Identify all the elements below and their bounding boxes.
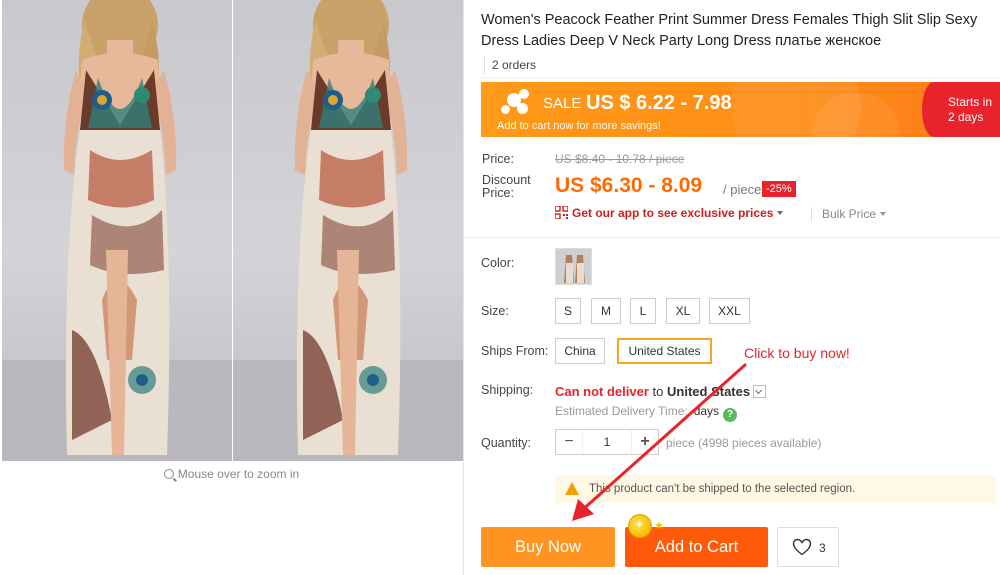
decrease-button[interactable]: − xyxy=(556,430,582,454)
sale-subtitle: Add to cart now for more savings! xyxy=(497,120,661,132)
dress-model-image xyxy=(2,0,232,461)
size-label: Size: xyxy=(481,304,509,318)
chevron-down-icon[interactable] xyxy=(753,385,767,398)
click-annotation: Click to buy now! xyxy=(744,345,850,361)
discount-price-label: Discount Price: xyxy=(482,173,531,200)
quantity-label: Quantity: xyxy=(481,436,532,450)
original-price: US $8.40 - 10.78 / piece xyxy=(555,152,685,166)
countdown-label: Starts in xyxy=(948,95,993,109)
order-count: 2 orders xyxy=(484,57,536,74)
shipping-destination[interactable]: United States xyxy=(667,384,750,399)
help-icon[interactable]: ? xyxy=(723,408,738,422)
color-option-thumbnail[interactable] xyxy=(555,248,592,285)
sparkle-icon: ★ xyxy=(654,520,664,532)
increase-button[interactable]: + xyxy=(632,430,658,454)
ships-from-united-states[interactable]: United States xyxy=(617,338,712,364)
qr-code-icon xyxy=(555,206,568,219)
warning-icon xyxy=(565,482,579,512)
magnifier-icon xyxy=(163,469,174,479)
sale-bubbles-icon xyxy=(499,87,535,117)
chevron-down-icon xyxy=(880,212,887,216)
dress-model-image xyxy=(233,0,463,461)
size-option-m[interactable]: M xyxy=(591,298,621,324)
heart-icon xyxy=(792,538,812,556)
sale-price: US $ 6.22 - 7.98 xyxy=(586,92,732,114)
wishlist-count: 3 xyxy=(819,541,826,555)
size-option-l[interactable]: L xyxy=(630,298,656,324)
ships-from-china[interactable]: China xyxy=(555,338,605,364)
warning-text: This product can't be shipped to the sel… xyxy=(589,483,856,495)
wishlist-button[interactable]: 3 xyxy=(777,527,839,567)
product-gallery: Mouse over to zoom in xyxy=(0,0,463,490)
product-info-panel: Women's Peacock Feather Print Summer Dre… xyxy=(464,0,1000,575)
quantity-stepper: − + xyxy=(555,429,659,455)
chevron-down-icon xyxy=(777,211,784,215)
divider xyxy=(481,77,1000,78)
discount-badge: -25% xyxy=(762,181,796,197)
delivery-estimate: Estimated Delivery Time: days? xyxy=(555,404,738,422)
quantity-input[interactable] xyxy=(582,430,632,454)
shipping-warning: This product can't be shipped to the sel… xyxy=(555,475,996,512)
size-option-xl[interactable]: XL xyxy=(666,298,700,324)
price-label: Price: xyxy=(482,152,514,166)
color-label: Color: xyxy=(481,256,515,270)
zoom-hint: Mouse over to zoom in xyxy=(0,467,463,481)
zoom-hint-text: Mouse over to zoom in xyxy=(177,467,300,481)
coin-icon xyxy=(628,514,652,538)
countdown-value: 2 days xyxy=(948,110,984,124)
product-title: Women's Peacock Feather Print Summer Dre… xyxy=(481,12,978,49)
quantity-availability: piece (4998 pieces available) xyxy=(666,436,822,450)
app-promo-text: Get our app to see exclusive prices xyxy=(572,206,774,220)
bulk-price-dropdown[interactable]: Bulk Price xyxy=(811,207,887,221)
shipping-label: Shipping: xyxy=(481,383,534,397)
price-box: Price: US $8.40 - 10.78 / piece Discount… xyxy=(481,140,1000,232)
buy-now-button[interactable]: Buy Now xyxy=(481,527,615,567)
size-option-s[interactable]: S xyxy=(555,298,581,324)
product-photo-main[interactable] xyxy=(2,0,232,461)
dress-thumbnail-image xyxy=(556,249,591,284)
cannot-deliver-text: Can not deliver xyxy=(555,384,649,399)
price-unit: / piece xyxy=(723,182,762,197)
ships-from-label: Ships From: xyxy=(481,344,549,358)
sale-countdown: Starts in 2 days xyxy=(922,82,1000,137)
discount-price: US $6.30 - 8.09 xyxy=(555,174,703,197)
sale-label: SALE xyxy=(543,95,582,112)
shipping-status: Can not deliver to United States xyxy=(555,384,767,399)
product-photo-secondary[interactable] xyxy=(233,0,463,461)
app-promo-link[interactable]: Get our app to see exclusive prices xyxy=(555,206,784,220)
size-option-xxl[interactable]: XXL xyxy=(709,298,750,324)
divider xyxy=(464,237,1000,238)
sale-banner: SALE US $ 6.22 - 7.98 Add to cart now fo… xyxy=(481,82,1000,137)
